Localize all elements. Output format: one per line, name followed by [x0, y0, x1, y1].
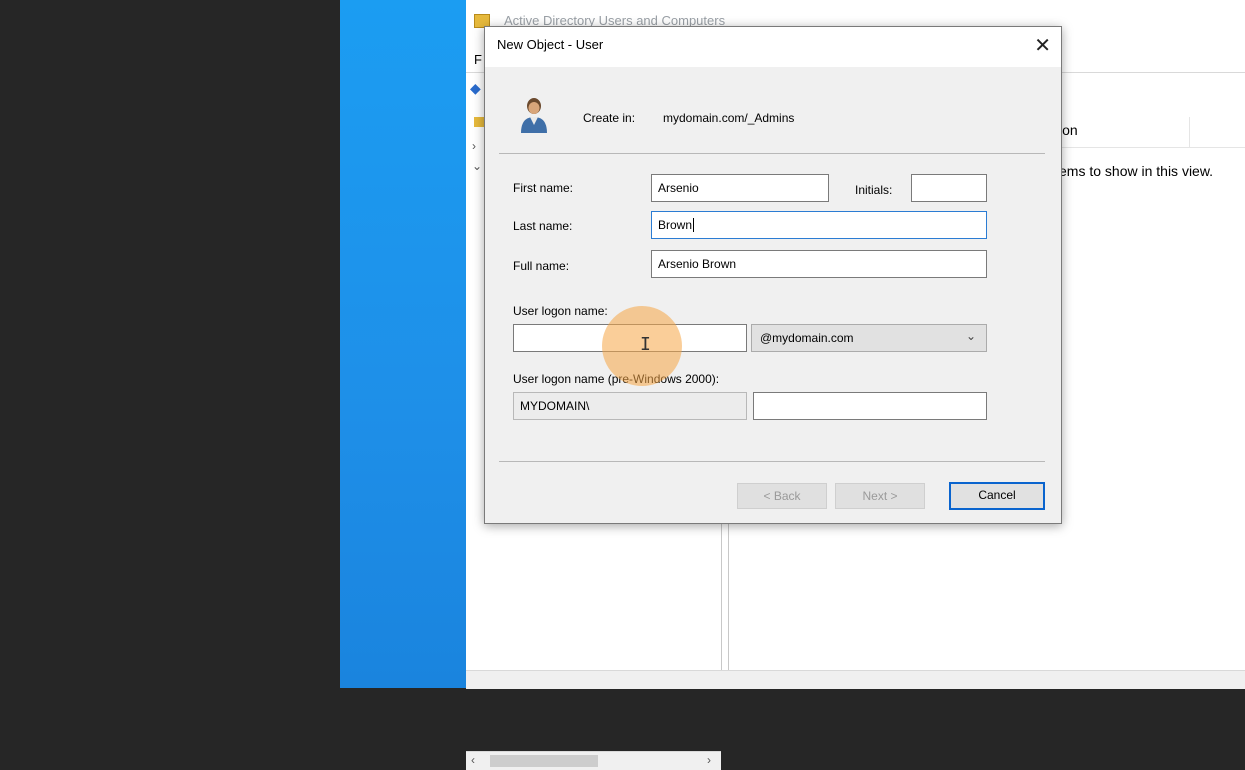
empty-list-message: ems to show in this view. [1059, 163, 1214, 179]
menu-file-stub[interactable]: F [474, 52, 482, 67]
separator [499, 461, 1045, 462]
domain-suffix-select[interactable]: @mydomain.com ⌄ [751, 324, 987, 352]
dialog-titlebar: New Object - User ✕ [485, 27, 1061, 67]
column-divider[interactable] [1189, 117, 1190, 147]
text-caret [693, 218, 695, 232]
text-cursor-icon: I [640, 334, 651, 355]
scroll-thumb[interactable] [490, 755, 598, 767]
first-name-label: First name: [513, 181, 574, 195]
scroll-right-icon[interactable]: › [707, 753, 711, 767]
initials-field[interactable] [911, 174, 987, 202]
create-in-label: Create in: [583, 111, 636, 125]
full-name-label: Full name: [513, 259, 570, 273]
left-dark-area [0, 0, 340, 688]
last-name-value: Brown [658, 218, 693, 232]
first-name-field[interactable]: Arsenio [651, 174, 829, 202]
dialog-title: New Object - User [497, 37, 604, 52]
back-button[interactable]: < Back [737, 483, 827, 509]
cancel-button[interactable]: Cancel [949, 482, 1045, 510]
pre-windows-2000-name-field[interactable] [753, 392, 987, 420]
create-in-value: mydomain.com/_Admins [663, 111, 795, 125]
user-icon [521, 98, 547, 133]
chevron-right-icon[interactable]: › [472, 139, 476, 153]
back-arrow-icon[interactable]: ◆ [470, 80, 481, 97]
user-logon-name-label: User logon name: [513, 304, 608, 318]
separator [499, 153, 1045, 154]
chevron-down-icon: ⌄ [965, 329, 976, 343]
new-object-user-dialog: New Object - User ✕ Create in: mydomain.… [484, 26, 1062, 524]
full-name-field[interactable]: Arsenio Brown [651, 250, 987, 278]
last-name-label: Last name: [513, 219, 573, 233]
horizontal-scrollbar[interactable]: ‹ › [466, 751, 721, 770]
last-name-field[interactable]: Brown [651, 211, 987, 239]
initials-label: Initials: [855, 183, 893, 197]
close-icon[interactable]: ✕ [1034, 33, 1051, 58]
scroll-left-icon[interactable]: ‹ [471, 753, 475, 767]
status-bar [466, 670, 1245, 689]
next-button[interactable]: Next > [835, 483, 925, 509]
desktop-background [340, 0, 466, 688]
chevron-down-icon[interactable]: ⌄ [472, 159, 482, 173]
domain-suffix-value: @mydomain.com [760, 331, 854, 345]
pre-windows-2000-domain: MYDOMAIN\ [513, 392, 747, 420]
